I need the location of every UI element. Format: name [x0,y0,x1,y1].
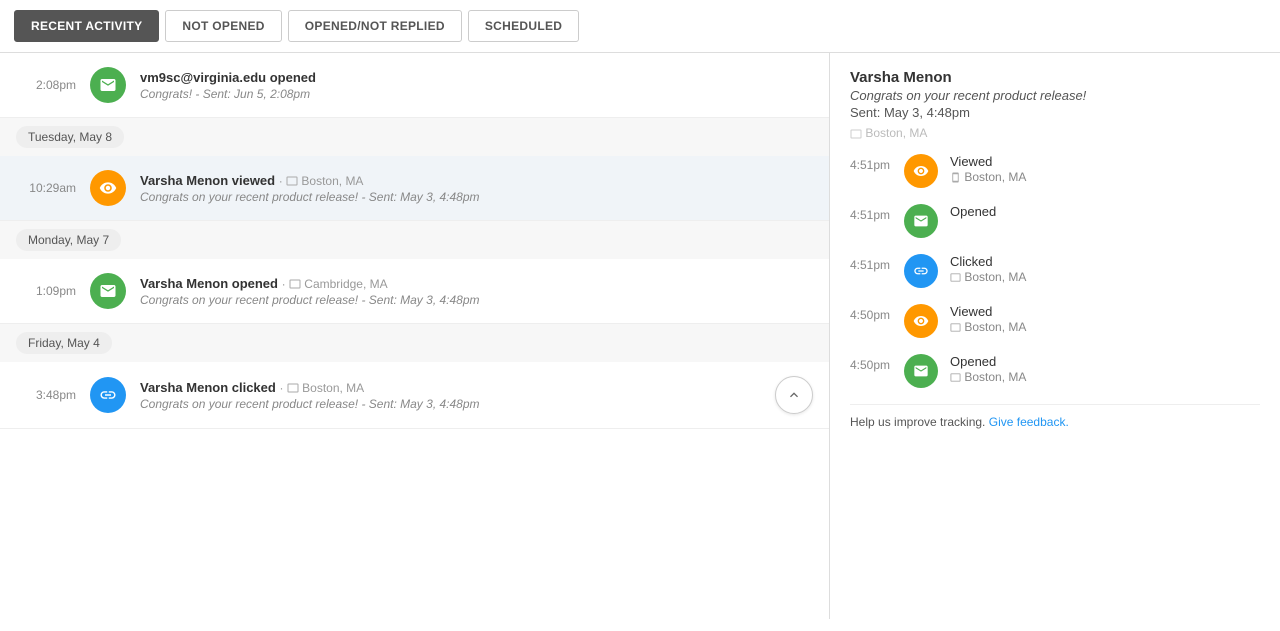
left-panel: 2:08pm vm9sc@virginia.edu opened Congrat… [0,53,830,619]
open-detail-icon [904,204,938,238]
click-icon [90,377,126,413]
open-icon [90,67,126,103]
detail-time: 4:51pm [850,204,892,222]
open-detail-icon [904,354,938,388]
activity-title: vm9sc@virginia.edu opened [140,70,813,85]
right-panel: Varsha Menon Congrats on your recent pro… [830,53,1280,619]
detail-location: Boston, MA [950,320,1260,334]
detail-action: Opened [950,354,1260,369]
detail-action: Opened [950,204,1260,219]
detail-info: Opened Boston, MA [950,354,1260,384]
detail-info: Viewed Boston, MA [950,304,1260,334]
activity-subtitle: Congrats on your recent product release!… [140,293,813,307]
view-icon [90,170,126,206]
click-detail-icon [904,254,938,288]
detail-row: 4:50pm Viewed Boston, MA [850,304,1260,338]
day-separator: Monday, May 7 [0,221,829,259]
tab-recent-activity[interactable]: RECENT ACTIVITY [14,10,159,42]
activity-actor: Varsha Menon viewed [140,173,275,188]
activity-subtitle: Congrats on your recent product release!… [140,397,761,411]
detail-info: Opened [950,204,1260,220]
view-detail-icon [904,304,938,338]
activity-actor: Varsha Menon opened [140,276,278,291]
detail-row: 4:51pm Clicked Boston, MA [850,254,1260,288]
view-detail-icon [904,154,938,188]
detail-action: Viewed [950,154,1260,169]
activity-row[interactable]: 10:29am Varsha Menon viewed · Boston, MA… [0,156,829,221]
tab-not-opened[interactable]: NOT OPENED [165,10,281,42]
tab-bar: RECENT ACTIVITY NOT OPENED OPENED/NOT RE… [0,0,1280,53]
activity-location-inline: · Boston, MA [279,174,364,188]
feedback-static: Help us improve tracking. [850,415,985,429]
activity-time: 1:09pm [16,284,76,298]
activity-content: Varsha Menon opened · Cambridge, MA Cong… [140,276,813,307]
day-label: Monday, May 7 [16,229,121,251]
activity-title: Varsha Menon clicked · Boston, MA [140,380,761,395]
scroll-up-button[interactable] [775,376,813,414]
detail-action: Clicked [950,254,1260,269]
activity-content: Varsha Menon clicked · Boston, MA Congra… [140,380,761,411]
activity-subtitle: Congrats on your recent product release!… [140,190,813,204]
activity-location-inline: · Cambridge, MA [282,277,388,291]
detail-row: 4:50pm Opened Boston, MA [850,354,1260,388]
activity-title: Varsha Menon viewed · Boston, MA [140,173,813,188]
detail-location: Boston, MA [950,370,1260,384]
activity-actor: vm9sc@virginia.edu opened [140,70,316,85]
feedback-link[interactable]: Give feedback. [989,415,1069,429]
contact-location-top: Boston, MA [850,126,1260,140]
detail-time: 4:50pm [850,304,892,322]
activity-time: 2:08pm [16,78,76,92]
day-label: Tuesday, May 8 [16,126,124,148]
activity-subtitle: Congrats! - Sent: Jun 5, 2:08pm [140,87,813,101]
detail-info: Clicked Boston, MA [950,254,1260,284]
detail-time: 4:50pm [850,354,892,372]
tab-scheduled[interactable]: SCHEDULED [468,10,579,42]
activity-content: Varsha Menon viewed · Boston, MA Congrat… [140,173,813,204]
tab-opened-not-replied[interactable]: OPENED/NOT REPLIED [288,10,462,42]
activity-time: 3:48pm [16,388,76,402]
main-layout: 2:08pm vm9sc@virginia.edu opened Congrat… [0,53,1280,619]
activity-actor: Varsha Menon clicked [140,380,276,395]
activity-content: vm9sc@virginia.edu opened Congrats! - Se… [140,70,813,101]
detail-time: 4:51pm [850,154,892,172]
detail-row: 4:51pm Opened [850,204,1260,238]
feedback-text: Help us improve tracking. Give feedback. [850,415,1260,429]
day-separator: Friday, May 4 [0,324,829,362]
activity-location-inline: · Boston, MA [279,381,364,395]
detail-info: Viewed Boston, MA [950,154,1260,184]
activity-time: 10:29am [16,181,76,195]
day-label: Friday, May 4 [16,332,112,354]
detail-action: Viewed [950,304,1260,319]
activity-row: 2:08pm vm9sc@virginia.edu opened Congrat… [0,53,829,118]
open-icon [90,273,126,309]
activity-row: 1:09pm Varsha Menon opened · Cambridge, … [0,259,829,324]
day-separator: Tuesday, May 8 [0,118,829,156]
contact-subject: Congrats on your recent product release! [850,88,1260,103]
detail-location: Boston, MA [950,270,1260,284]
detail-location: Boston, MA [950,170,1260,184]
activity-title: Varsha Menon opened · Cambridge, MA [140,276,813,291]
detail-row: 4:51pm Viewed Boston, MA [850,154,1260,188]
detail-time: 4:51pm [850,254,892,272]
contact-name: Varsha Menon [850,69,1260,86]
contact-sent: Sent: May 3, 4:48pm [850,105,1260,120]
contact-location-top-text: Boston, MA [865,126,927,140]
activity-row: 3:48pm Varsha Menon clicked · Boston, MA… [0,362,829,429]
divider [850,404,1260,405]
